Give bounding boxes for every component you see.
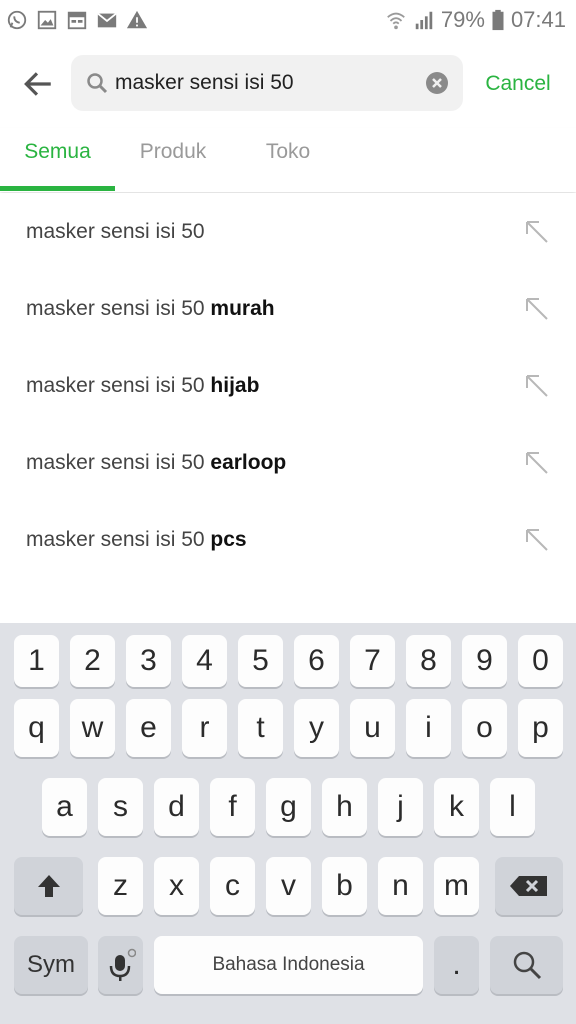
key-f[interactable]: f [210,778,255,836]
key-b[interactable]: b [322,857,367,915]
tab-toko[interactable]: Toko [246,128,330,192]
backspace-key[interactable] [495,857,563,915]
key-r[interactable]: r [182,699,227,757]
key-0[interactable]: 0 [518,635,563,687]
key-k[interactable]: k [434,778,479,836]
suggestion-label: masker sensi isi 50 hijab [26,374,260,397]
clock: 07:41 [510,7,566,32]
search-header: Cancel [0,40,576,128]
key-8[interactable]: 8 [406,635,451,687]
suggestion-label: masker sensi isi 50 [26,220,205,243]
microphone-icon [109,948,136,981]
key-y[interactable]: y [294,699,339,757]
search-tabs: Semua Produk Toko [0,128,576,192]
tab-semua[interactable]: Semua [0,128,115,192]
key-n[interactable]: n [378,857,423,915]
key-j[interactable]: j [378,778,423,836]
clear-search-icon[interactable] [425,71,449,95]
fill-query-arrow-icon[interactable] [524,373,550,399]
key-s[interactable]: s [98,778,143,836]
active-tab-indicator [0,186,115,191]
space-key[interactable]: Bahasa Indonesia [154,936,423,994]
search-input[interactable] [115,55,415,111]
system-icons: 79% 07:41 [385,7,566,33]
period-key[interactable]: . [434,936,479,994]
arrow-left-icon [24,72,51,96]
suggestion-label: masker sensi isi 50 earloop [26,451,287,474]
voice-input-key[interactable] [98,936,143,994]
status-bar: 79% 07:41 [0,0,576,40]
key-d[interactable]: d [154,778,199,836]
tab-produk[interactable]: Produk [123,128,223,192]
key-3[interactable]: 3 [126,635,171,687]
image-icon [36,9,58,31]
mail-icon [96,9,118,31]
key-m[interactable]: m [434,857,479,915]
key-2[interactable]: 2 [70,635,115,687]
whatsapp-icon [6,9,28,31]
suggestion-list: masker sensi isi 50 masker sensi isi 50 … [0,193,576,623]
suggestion-item[interactable]: masker sensi isi 50 pcs [0,501,576,578]
key-w[interactable]: w [70,699,115,757]
key-c[interactable]: c [210,857,255,915]
suggestion-label: masker sensi isi 50 murah [26,297,275,320]
battery-percent: 79% [440,7,485,32]
key-g[interactable]: g [266,778,311,836]
signal-icon [413,9,435,31]
key-5[interactable]: 5 [238,635,283,687]
search-icon [513,951,541,980]
key-1[interactable]: 1 [14,635,59,687]
fill-query-arrow-icon[interactable] [524,219,550,245]
notification-icons [6,9,148,31]
suggestion-item[interactable]: masker sensi isi 50 murah [0,270,576,347]
warning-icon [126,9,148,31]
shift-key[interactable] [14,857,83,915]
search-key[interactable] [490,936,563,994]
key-4[interactable]: 4 [182,635,227,687]
key-t[interactable]: t [238,699,283,757]
key-6[interactable]: 6 [294,635,339,687]
cancel-button[interactable]: Cancel [476,68,560,100]
key-9[interactable]: 9 [462,635,507,687]
wifi-icon [385,9,407,31]
key-v[interactable]: v [266,857,311,915]
fill-query-arrow-icon[interactable] [524,527,550,553]
suggestion-item[interactable]: masker sensi isi 50 hijab [0,347,576,424]
calendar-icon [66,9,88,31]
key-i[interactable]: i [406,699,451,757]
sym-key[interactable]: Sym [14,936,88,994]
battery-icon [491,9,505,31]
suggestion-item[interactable]: masker sensi isi 50 [0,193,576,270]
key-a[interactable]: a [42,778,87,836]
shift-arrow-icon [37,875,60,897]
key-q[interactable]: q [14,699,59,757]
backspace-icon [510,876,547,896]
suggestion-item[interactable]: masker sensi isi 50 earloop [0,424,576,501]
back-button[interactable] [16,62,60,106]
key-u[interactable]: u [350,699,395,757]
key-o[interactable]: o [462,699,507,757]
key-e[interactable]: e [126,699,171,757]
key-z[interactable]: z [98,857,143,915]
search-icon [87,73,108,94]
fill-query-arrow-icon[interactable] [524,450,550,476]
key-p[interactable]: p [518,699,563,757]
key-x[interactable]: x [154,857,199,915]
key-h[interactable]: h [322,778,367,836]
suggestion-label: masker sensi isi 50 pcs [26,528,247,551]
fill-query-arrow-icon[interactable] [524,296,550,322]
key-7[interactable]: 7 [350,635,395,687]
search-box[interactable] [71,55,463,111]
key-l[interactable]: l [490,778,535,836]
onscreen-keyboard: 1 2 3 4 5 6 7 8 9 0 q w e r t y u i o p … [0,623,576,1024]
